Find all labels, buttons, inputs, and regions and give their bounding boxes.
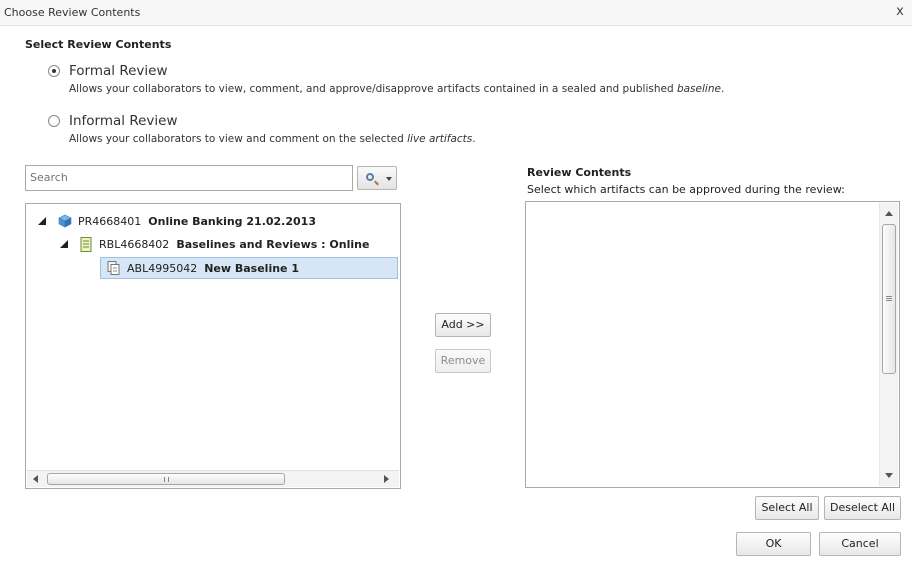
remove-button[interactable]: Remove bbox=[435, 349, 491, 373]
dialog-titlebar: Choose Review Contents x bbox=[0, 0, 912, 26]
baseline-library-icon bbox=[80, 237, 92, 252]
formal-review-radio[interactable] bbox=[48, 65, 60, 77]
formal-review-description: Allows your collaborators to view, comme… bbox=[69, 83, 725, 95]
scroll-left-icon[interactable] bbox=[33, 475, 38, 483]
review-contents-list[interactable] bbox=[525, 201, 900, 488]
scroll-right-icon[interactable] bbox=[384, 475, 389, 483]
baseline-icon bbox=[107, 261, 120, 275]
deselect-all-button[interactable]: Deselect All bbox=[824, 496, 901, 520]
artifact-tree[interactable]: PR4668401 Online Banking 21.02.2013 RBL4… bbox=[25, 203, 401, 489]
tree-node-name: Baselines and Reviews : Online bbox=[176, 238, 370, 251]
scrollbar-thumb[interactable] bbox=[47, 473, 285, 485]
expand-arrow-icon[interactable] bbox=[60, 240, 68, 248]
section-title: Select Review Contents bbox=[25, 38, 172, 51]
search-field[interactable] bbox=[25, 165, 353, 191]
tree-node-name: New Baseline 1 bbox=[204, 262, 299, 275]
cancel-button[interactable]: Cancel bbox=[819, 532, 901, 556]
horizontal-scrollbar[interactable] bbox=[27, 470, 399, 487]
close-button[interactable]: x bbox=[892, 4, 908, 20]
chevron-down-icon bbox=[386, 177, 392, 181]
tree-node-baseline-library[interactable]: RBL4668402 Baselines and Reviews : Onlin… bbox=[60, 235, 400, 255]
scrollbar-thumb[interactable] bbox=[882, 224, 896, 374]
search-icon bbox=[366, 173, 374, 181]
tree-node-id: ABL4995042 bbox=[127, 262, 198, 275]
tree-node-baseline-selected[interactable]: ABL4995042 New Baseline 1 bbox=[100, 257, 398, 279]
review-contents-subtitle: Select which artifacts can be approved d… bbox=[527, 183, 845, 196]
tree-node-id: RBL4668402 bbox=[99, 238, 170, 251]
tree-node-id: PR4668401 bbox=[78, 215, 142, 228]
formal-review-label[interactable]: Formal Review bbox=[69, 63, 168, 79]
informal-review-label[interactable]: Informal Review bbox=[69, 113, 178, 129]
review-contents-title: Review Contents bbox=[527, 166, 632, 179]
grip-icon bbox=[164, 477, 169, 482]
informal-review-description: Allows your collaborators to view and co… bbox=[69, 133, 476, 145]
scroll-up-icon[interactable] bbox=[885, 211, 893, 216]
select-all-button[interactable]: Select All bbox=[755, 496, 819, 520]
dialog-title: Choose Review Contents bbox=[4, 6, 141, 19]
tree-node-project[interactable]: PR4668401 Online Banking 21.02.2013 bbox=[38, 212, 398, 232]
expand-arrow-icon[interactable] bbox=[38, 217, 46, 225]
ok-button[interactable]: OK bbox=[736, 532, 811, 556]
search-input[interactable] bbox=[26, 166, 352, 188]
grip-icon bbox=[886, 296, 892, 301]
project-cube-icon bbox=[58, 214, 72, 228]
search-options-button[interactable] bbox=[357, 166, 397, 190]
add-button[interactable]: Add >> bbox=[435, 313, 491, 337]
vertical-scrollbar[interactable] bbox=[879, 203, 898, 486]
informal-review-radio[interactable] bbox=[48, 115, 60, 127]
tree-node-name: Online Banking 21.02.2013 bbox=[148, 215, 316, 228]
scroll-down-icon[interactable] bbox=[885, 473, 893, 478]
